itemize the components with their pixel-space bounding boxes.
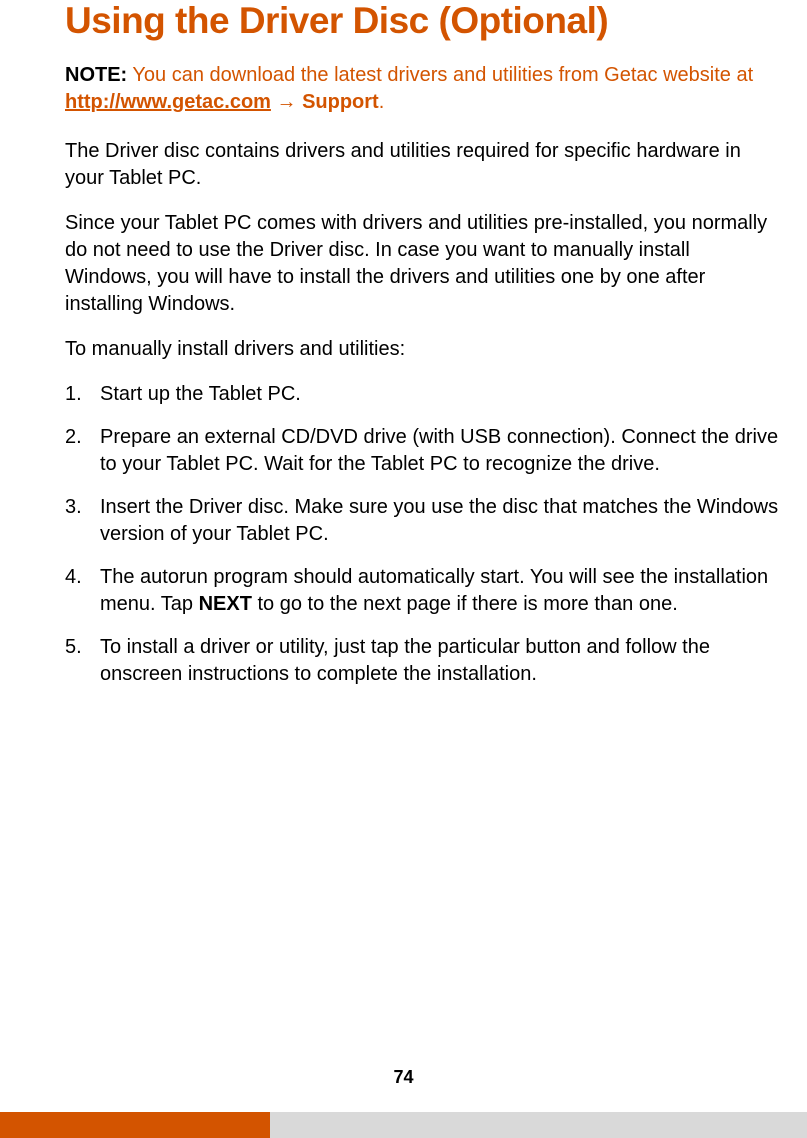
arrow-icon: → bbox=[271, 91, 302, 113]
getac-link[interactable]: http://www.getac.com bbox=[65, 91, 271, 113]
note-prefix: You can download the latest drivers and … bbox=[127, 64, 753, 86]
next-bold: NEXT bbox=[199, 593, 252, 615]
page-heading: Using the Driver Disc (Optional) bbox=[65, 0, 782, 42]
paragraph-3: To manually install drivers and utilitie… bbox=[65, 336, 782, 363]
page-number: 74 bbox=[0, 1067, 807, 1088]
footer-orange-bar bbox=[0, 1112, 270, 1138]
footer-bars bbox=[0, 1112, 807, 1138]
list-item: Insert the Driver disc. Make sure you us… bbox=[65, 494, 782, 548]
support-text: Support bbox=[302, 91, 379, 113]
step4-text-b: to go to the next page if there is more … bbox=[252, 593, 678, 615]
paragraph-1: The Driver disc contains drivers and uti… bbox=[65, 138, 782, 192]
list-item: To install a driver or utility, just tap… bbox=[65, 634, 782, 688]
footer-gray-bar bbox=[270, 1112, 807, 1138]
note-block: NOTE: You can download the latest driver… bbox=[65, 62, 782, 116]
list-item: The autorun program should automatically… bbox=[65, 564, 782, 618]
paragraph-2: Since your Tablet PC comes with drivers … bbox=[65, 210, 782, 318]
note-label: NOTE: bbox=[65, 64, 127, 86]
list-item: Prepare an external CD/DVD drive (with U… bbox=[65, 424, 782, 478]
steps-list: Start up the Tablet PC. Prepare an exter… bbox=[65, 381, 782, 688]
note-period: . bbox=[379, 91, 385, 113]
list-item: Start up the Tablet PC. bbox=[65, 381, 782, 408]
